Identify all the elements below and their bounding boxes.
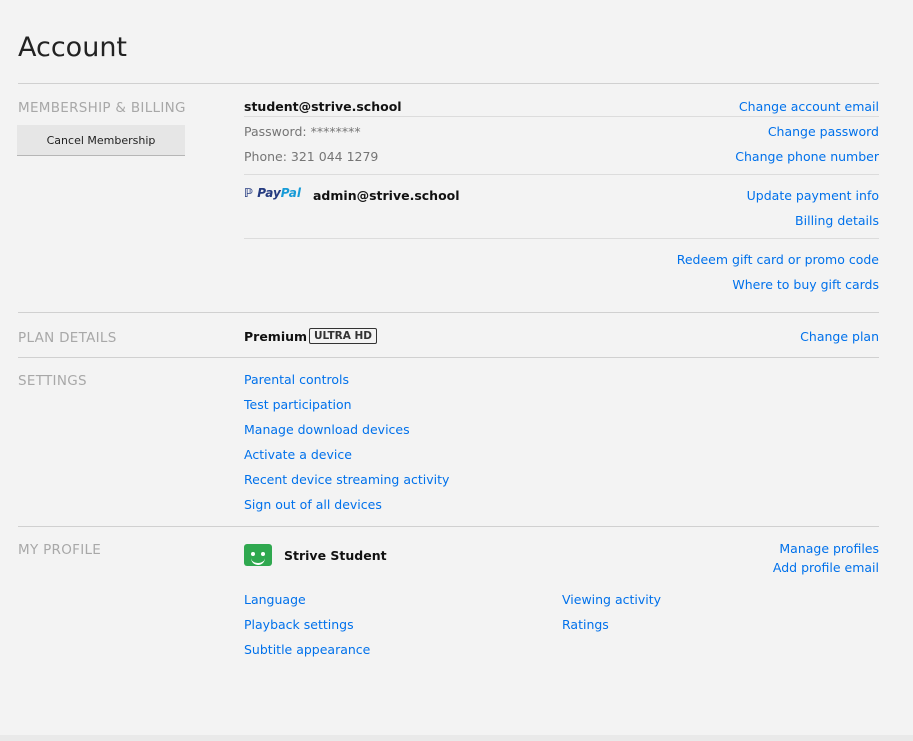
section-divider <box>18 357 879 358</box>
change-account-email-link[interactable]: Change account email <box>739 99 879 114</box>
account-email: student@strive.school <box>244 99 402 114</box>
plan-name: Premium <box>244 329 308 344</box>
change-password-link[interactable]: Change password <box>768 124 879 139</box>
payment-email: admin@strive.school <box>313 188 460 203</box>
change-phone-link[interactable]: Change phone number <box>735 149 879 164</box>
manage-profiles-link[interactable]: Manage profiles <box>779 541 879 556</box>
membership-divider <box>244 174 879 175</box>
change-plan-link[interactable]: Change plan <box>800 329 879 344</box>
plan-heading: PLAN DETAILS <box>18 330 117 346</box>
test-participation-link[interactable]: Test participation <box>244 397 352 412</box>
avatar-eye <box>261 552 265 556</box>
section-divider <box>18 312 879 313</box>
ratings-link[interactable]: Ratings <box>562 617 609 632</box>
avatar-eye <box>251 552 255 556</box>
membership-divider <box>244 116 879 117</box>
avatar <box>244 544 272 566</box>
title-divider <box>18 83 879 84</box>
sign-out-all-devices-link[interactable]: Sign out of all devices <box>244 497 382 512</box>
recent-streaming-activity-link[interactable]: Recent device streaming activity <box>244 472 449 487</box>
manage-download-devices-link[interactable]: Manage download devices <box>244 422 410 437</box>
avatar-smile <box>251 557 265 565</box>
membership-heading: MEMBERSHIP & BILLING <box>18 100 186 116</box>
language-link[interactable]: Language <box>244 592 306 607</box>
viewing-activity-link[interactable]: Viewing activity <box>562 592 661 607</box>
redeem-gift-card-link[interactable]: Redeem gift card or promo code <box>677 252 879 267</box>
phone-value: Phone: 321 044 1279 <box>244 149 379 164</box>
password-value: Password: ******** <box>244 124 361 139</box>
billing-details-link[interactable]: Billing details <box>795 213 879 228</box>
page-title: Account <box>18 32 128 63</box>
subtitle-appearance-link[interactable]: Subtitle appearance <box>244 642 370 657</box>
section-divider <box>18 526 879 527</box>
paypal-logo: ℙ PayPal <box>244 186 302 200</box>
add-profile-email-link[interactable]: Add profile email <box>773 560 879 575</box>
membership-divider <box>244 238 879 239</box>
profile-heading: MY PROFILE <box>18 542 102 558</box>
update-payment-info-link[interactable]: Update payment info <box>747 188 879 203</box>
profile-name: Strive Student <box>284 548 387 563</box>
activate-device-link[interactable]: Activate a device <box>244 447 352 462</box>
paypal-icon: ℙ <box>244 186 253 200</box>
ultra-hd-badge: ULTRA HD <box>309 328 378 344</box>
parental-controls-link[interactable]: Parental controls <box>244 372 349 387</box>
where-to-buy-gift-cards-link[interactable]: Where to buy gift cards <box>732 277 879 292</box>
settings-heading: SETTINGS <box>18 373 87 389</box>
playback-settings-link[interactable]: Playback settings <box>244 617 354 632</box>
cancel-membership-button[interactable]: Cancel Membership <box>17 125 185 155</box>
footer-band <box>0 735 913 741</box>
